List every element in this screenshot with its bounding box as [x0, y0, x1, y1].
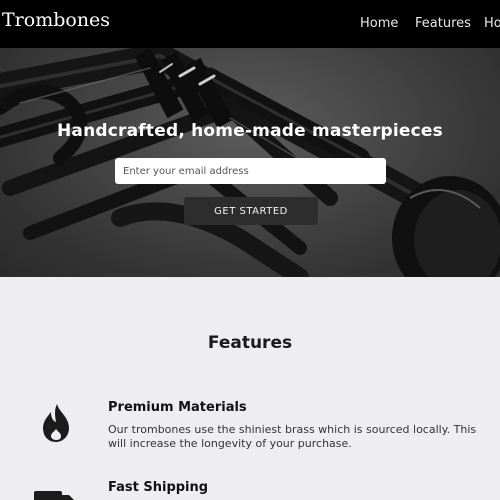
feature-text-premium-materials: Our trombones use the shiniest brass whi… [108, 423, 477, 450]
features-section: Features Premium Materials Our trombones… [0, 277, 500, 500]
nav-link-how-it-works[interactable]: Ho [484, 16, 500, 31]
nav-link-features[interactable]: Features [415, 16, 471, 31]
email-input[interactable] [115, 158, 386, 184]
feature-heading-fast-shipping: Fast Shipping [108, 480, 209, 495]
hero-title: Handcrafted, home-made masterpieces [57, 121, 443, 141]
fire-icon [43, 404, 69, 442]
navbar: Trombones Home Features Ho [0, 0, 500, 48]
features-title: Features [207, 333, 293, 353]
brand-logo[interactable]: Trombones [2, 9, 110, 31]
hero-section: Handcrafted, home-made masterpieces GET … [0, 48, 500, 277]
get-started-button[interactable]: GET STARTED [184, 197, 318, 225]
nav-link-home[interactable]: Home [360, 16, 398, 31]
truck-icon [34, 491, 74, 500]
feature-heading-premium-materials: Premium Materials [108, 400, 247, 415]
